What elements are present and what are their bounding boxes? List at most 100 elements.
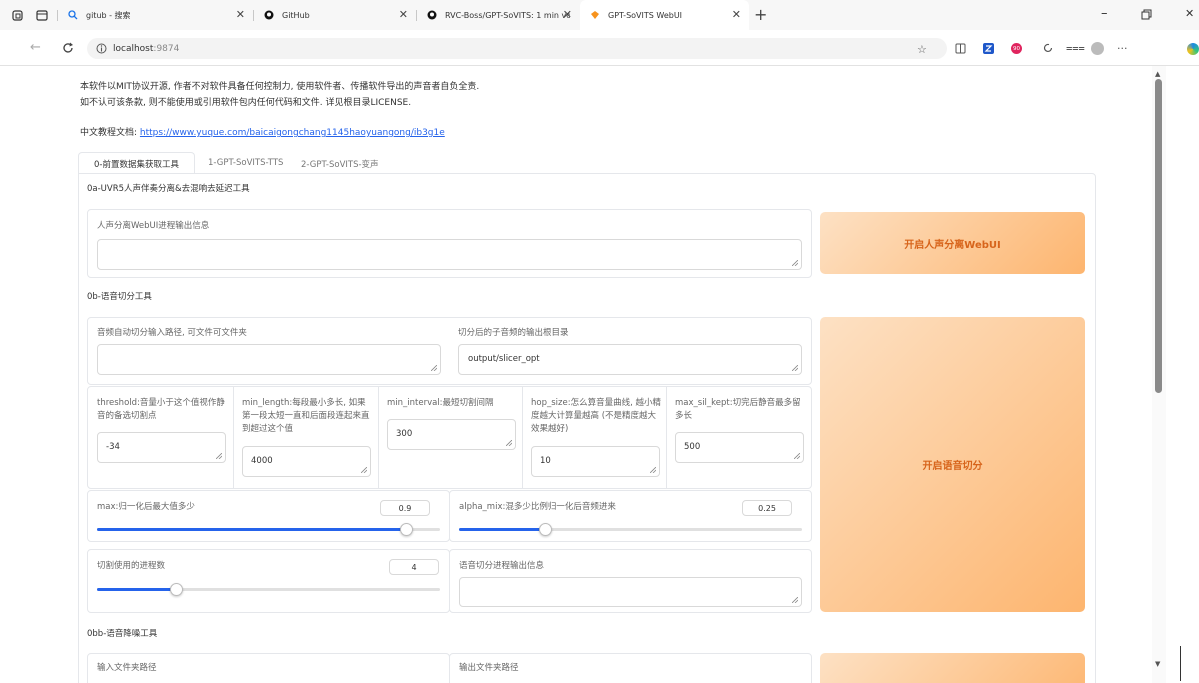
tab-dataset-tools[interactable]: 0-前置数据集获取工具: [78, 152, 195, 174]
docs-link[interactable]: https://www.yuque.com/baicaigongchang114…: [140, 128, 445, 138]
extension-badge[interactable]: 90: [1011, 43, 1022, 54]
max-sil-value: 500: [684, 442, 701, 452]
close-tab-icon[interactable]: ✕: [732, 9, 741, 20]
split-screen-icon[interactable]: [955, 43, 966, 54]
min-length-field[interactable]: 4000: [242, 446, 371, 477]
tab-voice-change[interactable]: 2-GPT-SoVITS-变声: [301, 158, 379, 170]
slicer-output-dir-value: output/slicer_opt: [468, 354, 540, 364]
license-text-1: 本软件以MIT协议开源, 作者不对软件具备任何控制力, 使用软件者、传播软件导出…: [80, 82, 480, 92]
threshold-field[interactable]: -34: [97, 432, 226, 463]
workspaces-icon[interactable]: [12, 10, 23, 21]
procs-number-input[interactable]: 4: [389, 559, 439, 575]
tab-title: RVC-Boss/GPT-SoVITS: 1 min voic: [445, 10, 570, 20]
slicer-progress-textarea[interactable]: [459, 577, 802, 607]
tab-search[interactable]: gitub - 搜索 ✕: [58, 0, 253, 30]
denoise-input-block: 输入文件夹路径: [87, 653, 450, 683]
close-tab-icon[interactable]: ✕: [563, 9, 572, 20]
threshold-label: threshold:音量小于这个值视作静音的备选切割点: [97, 398, 225, 421]
tab-title: GitHub: [282, 10, 310, 20]
slicer-section-title: 0b-语音切分工具: [87, 292, 152, 302]
license-text-2: 如不认可该条款, 则不能使用或引用软件包内任何代码和文件. 详见根目录LICEN…: [80, 98, 412, 108]
slicer-input-field[interactable]: [97, 344, 441, 375]
extension-z-icon[interactable]: [983, 43, 994, 54]
alpha-number-input[interactable]: 0.25: [742, 500, 792, 516]
url-field[interactable]: localhost:9874: [87, 38, 947, 59]
procs-slider-block: 切割使用的进程数 4: [87, 549, 450, 613]
min-interval-field[interactable]: 300: [387, 419, 516, 450]
uvr-section-title: 0a-UVR5人声伴奏分离&去混响去延迟工具: [87, 184, 250, 194]
max-number-input[interactable]: 0.9: [380, 500, 430, 516]
page-scrollbar[interactable]: ▲ ▼: [1152, 66, 1166, 683]
scrollbar-thumb[interactable]: [1155, 79, 1162, 393]
max-label: max:归一化后最大值多少: [97, 502, 195, 512]
uvr-output-textarea[interactable]: [97, 239, 802, 270]
denoise-button[interactable]: [820, 653, 1085, 683]
resize-grip-icon[interactable]: [216, 453, 222, 459]
hop-size-field[interactable]: 10: [531, 446, 660, 477]
denoise-section-title: 0bb-语音降噪工具: [87, 629, 158, 639]
start-uvr-button[interactable]: 开启人声分离WebUI: [820, 212, 1085, 274]
max-slider[interactable]: [97, 523, 440, 536]
scroll-down-icon[interactable]: ▼: [1155, 660, 1160, 668]
info-icon[interactable]: [96, 43, 107, 54]
alpha-slider[interactable]: [459, 523, 802, 536]
minimize-icon[interactable]: –: [1101, 6, 1108, 21]
min-interval-value: 300: [396, 429, 413, 439]
docs-line: 中文教程文档: https://www.yuque.com/baicaigong…: [80, 125, 445, 138]
back-icon[interactable]: ←: [30, 40, 41, 55]
webui-page: 本软件以MIT协议开源, 作者不对软件具备任何控制力, 使用软件者、传播软件导出…: [0, 66, 1152, 683]
url-host: localhost: [113, 43, 154, 54]
denoise-input-label: 输入文件夹路径: [97, 663, 157, 673]
more-icon[interactable]: ···: [1117, 41, 1128, 55]
docs-label: 中文教程文档:: [80, 128, 138, 138]
procs-slider[interactable]: [97, 583, 440, 596]
close-window-icon[interactable]: ✕: [1185, 7, 1194, 20]
tab-webui[interactable]: GPT-SoVITS WebUI ✕: [580, 0, 749, 30]
tab-repo[interactable]: RVC-Boss/GPT-SoVITS: 1 min voic ✕: [417, 0, 580, 30]
min-interval-label: min_interval:最短切割间隔: [387, 398, 494, 408]
max-sil-label: max_sil_kept:切完后静音最多留多长: [675, 398, 801, 421]
address-bar-row: ← localhost:9874 ☆ 90 ⩶ ···: [0, 30, 1199, 66]
extensions-icon[interactable]: [1042, 42, 1054, 54]
github-icon: [427, 10, 437, 20]
max-sil-field[interactable]: 500: [675, 432, 804, 463]
close-tab-icon[interactable]: ✕: [236, 9, 245, 20]
tab-actions-icon[interactable]: [36, 10, 48, 21]
copilot-icon[interactable]: [1187, 43, 1199, 55]
github-icon: [264, 10, 274, 20]
close-tab-icon[interactable]: ✕: [399, 9, 408, 20]
browser-tab-bar: gitub - 搜索 ✕ GitHub ✕ RVC-Boss/GPT-SoVIT…: [0, 0, 1199, 30]
slicer-progress-label: 语音切分进程输出信息: [459, 561, 545, 571]
resize-grip-icon[interactable]: [506, 440, 512, 446]
search-icon: [68, 10, 78, 20]
scroll-up-icon[interactable]: ▲: [1155, 70, 1160, 78]
resize-grip-icon[interactable]: [792, 260, 798, 266]
resize-grip-icon[interactable]: [794, 453, 800, 459]
url-port: :9874: [153, 43, 180, 54]
alpha-slider-block: alpha_mix:混多少比例归一化后音频进来 0.25: [449, 490, 812, 542]
favorite-star-icon[interactable]: ☆: [917, 42, 927, 56]
resize-grip-icon[interactable]: [361, 467, 367, 473]
resize-grip-icon[interactable]: [792, 365, 798, 371]
hop-size-value: 10: [540, 456, 551, 466]
tab-title: gitub - 搜索: [86, 10, 131, 20]
tab-tts[interactable]: 1-GPT-SoVITS-TTS: [208, 158, 283, 168]
slicer-output-dir-field[interactable]: output/slicer_opt: [458, 344, 802, 375]
tab-title: GPT-SoVITS WebUI: [608, 10, 683, 20]
start-slicer-button[interactable]: 开启语音切分: [820, 317, 1085, 612]
threshold-value: -34: [106, 442, 120, 452]
max-slider-block: max:归一化后最大值多少 0.9: [87, 490, 450, 542]
min-length-value: 4000: [251, 456, 273, 466]
refresh-icon[interactable]: [62, 42, 74, 54]
slicer-paths-block: 音频自动切分输入路径, 可文件可文件夹 切分后的子音频的输出根目录 output…: [87, 317, 812, 385]
slicer-params-block: threshold:音量小于这个值视作静音的备选切割点 -34 min_leng…: [87, 386, 812, 489]
resize-grip-icon[interactable]: [650, 467, 656, 473]
profile-avatar[interactable]: [1091, 42, 1104, 55]
resize-grip-icon[interactable]: [431, 365, 437, 371]
uvr-output-block: 人声分离WebUI进程输出信息: [87, 209, 812, 278]
restore-icon[interactable]: [1141, 9, 1152, 20]
new-tab-button[interactable]: +: [754, 5, 767, 24]
tab-github[interactable]: GitHub ✕: [254, 0, 416, 30]
collections-icon[interactable]: ⩶: [1066, 41, 1085, 55]
resize-grip-icon[interactable]: [792, 597, 798, 603]
